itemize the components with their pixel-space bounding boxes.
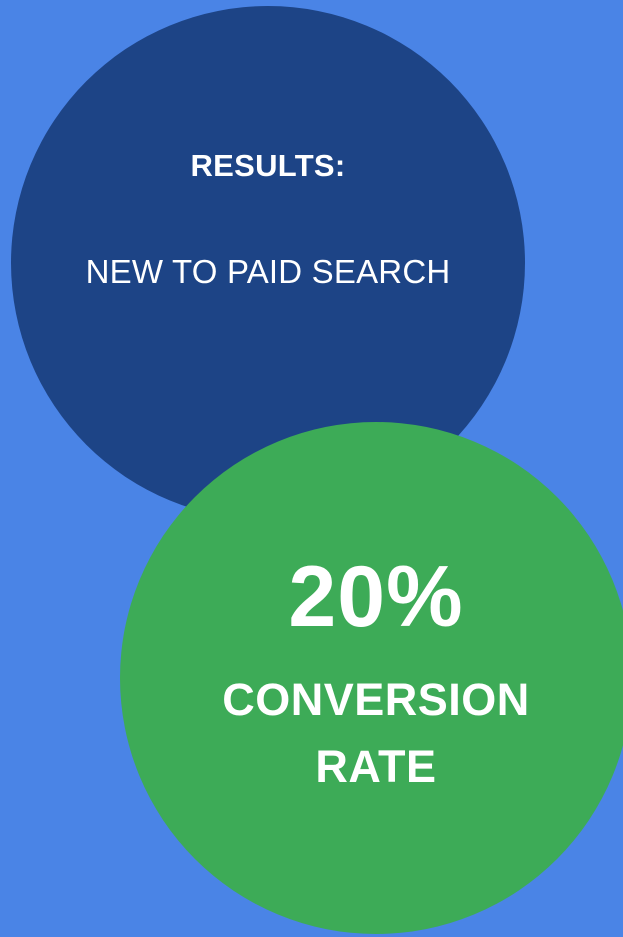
- conversion-rate-label-line1: CONVERSION: [222, 674, 530, 725]
- results-subheading: NEW TO PAID SEARCH: [85, 253, 451, 290]
- infographic-canvas: RESULTS: NEW TO PAID SEARCH 20% CONVERSI…: [0, 0, 623, 937]
- conversion-rate-value: 20%: [288, 549, 464, 645]
- conversion-rate-label-line2: RATE: [315, 741, 437, 792]
- results-heading: RESULTS:: [190, 148, 346, 183]
